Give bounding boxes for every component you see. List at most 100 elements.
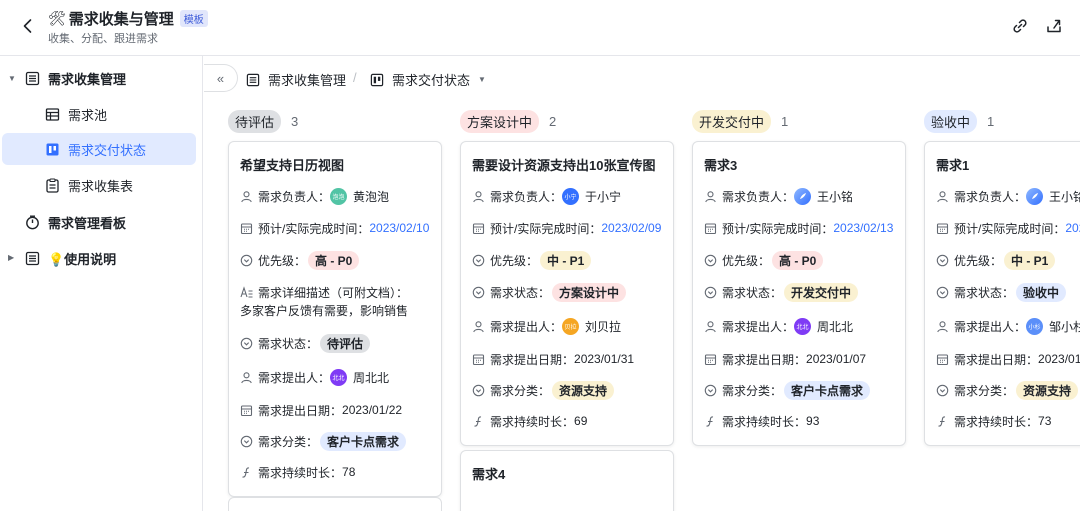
category-tag: 客户卡点需求	[784, 380, 871, 400]
sidebar-item-collection[interactable]: 需求收集管理	[24, 62, 196, 94]
card-field: 优先级：中 - P1	[472, 250, 592, 270]
calendar-icon	[936, 353, 949, 366]
person-name[interactable]: 邹小杉	[1049, 318, 1080, 335]
person-name[interactable]: 王小铭	[817, 188, 853, 205]
calendar-icon	[240, 222, 253, 235]
field-label: 需求分类：	[258, 434, 319, 449]
card-field: 需求提出人： 北北 周北北	[704, 317, 853, 335]
record-card[interactable]: 需求1 需求负责人： 王小铭预计/实际完成时间：2023/优先级：中 - P1 需求状…	[924, 141, 1080, 446]
single-select-icon	[472, 384, 485, 397]
dashboard-icon	[24, 214, 40, 230]
column-header[interactable]: 开发交付中 1	[692, 108, 908, 134]
collapse-sidebar-button[interactable]: «	[204, 64, 238, 92]
single-select-icon	[472, 254, 485, 267]
avatar: 小杉	[1026, 317, 1044, 335]
card-field: 优先级：高 - P0	[240, 250, 360, 270]
sidebar-item-guide[interactable]: 💡使用说明	[24, 242, 196, 274]
field-label: 需求分类：	[954, 383, 1015, 398]
avatar: 贝拉	[562, 317, 580, 335]
status-tag: 验收中	[1016, 282, 1067, 302]
field-label: 优先级：	[722, 253, 771, 268]
list-icon	[24, 70, 40, 86]
field-label: 需求提出日期：	[954, 352, 1039, 367]
record-card[interactable]: 需求3 需求负责人： 王小铭 预计/实际完成时间： 2023/02/13 优先级：高 - …	[692, 141, 906, 446]
board-column: 验收中 1 需求1 需求负责人： 王小铭预计/实际完成时间：2023/优先级：中 - P…	[924, 108, 1080, 446]
card-field: 优先级：高 - P0	[704, 250, 824, 270]
priority-tag: 高 - P0	[772, 250, 824, 270]
single-select-icon	[472, 286, 485, 299]
column-header[interactable]: 方案设计中 2	[460, 108, 676, 134]
calendar-icon	[472, 222, 485, 235]
card-field: 预计/实际完成时间： 2023/02/09	[472, 219, 661, 237]
column-status-label: 开发交付中	[692, 109, 772, 133]
record-card[interactable]: 希望支持日历视图 需求负责人： 泡泡 黄泡泡 预计/实际完成时间： 2023/02/10 优…	[228, 141, 442, 497]
grid-icon	[44, 106, 60, 122]
breadcrumb-parent[interactable]: 需求收集管理	[246, 70, 346, 89]
card-field: 需求持续时长： 93	[704, 412, 819, 430]
person-name[interactable]: 周北北	[817, 318, 853, 335]
copy-link-button[interactable]	[1010, 16, 1030, 36]
sidebar-item-form[interactable]: 需求收集表	[44, 169, 196, 201]
card-field: 需求详细描述（可附文档）：	[240, 283, 408, 301]
column-status-label: 验收中	[924, 109, 978, 133]
column-header[interactable]: 待评估 3	[228, 108, 444, 134]
back-button[interactable]	[18, 16, 38, 36]
column-header[interactable]: 验收中 1	[924, 108, 1080, 134]
calendar-icon	[240, 404, 253, 417]
status-tag: 开发交付中	[784, 282, 859, 302]
list-icon	[246, 73, 260, 87]
board-column: 开发交付中 1 需求3 需求负责人： 王小铭 预计/实际完成时间： 2023/02/13 优先…	[692, 108, 908, 446]
card-field: 需求持续时长： 69	[472, 412, 587, 430]
field-label: 预计/实际完成时间：	[258, 221, 370, 236]
sidebar-item-dashboard[interactable]: 需求管理看板	[24, 206, 196, 238]
view-toolbar: « 需求收集管理 / 需求交付状态 ▼	[204, 56, 1080, 100]
card-field: 预计/实际完成时间：2023/	[936, 219, 1080, 237]
person-name[interactable]: 黄泡泡	[353, 188, 389, 205]
column-status-label: 待评估	[228, 109, 282, 133]
kanban-icon	[44, 141, 60, 157]
category-tag: 资源支持	[552, 380, 615, 400]
calendar-icon	[936, 222, 949, 235]
record-card[interactable]	[228, 497, 442, 511]
category-tag: 资源支持	[1016, 380, 1079, 400]
record-card[interactable]: 需求4	[460, 450, 674, 511]
field-label: 需求提出人：	[258, 370, 331, 385]
share-icon	[1047, 19, 1061, 33]
field-label: 需求持续时长：	[490, 414, 575, 429]
breadcrumb-parent-label: 需求收集管理	[268, 73, 347, 88]
record-card[interactable]: 需要设计资源支持出10张宣传图 需求负责人： 小宁 于小宁 预计/实际完成时间： 2023…	[460, 141, 674, 446]
caret-right-icon[interactable]: ▶	[8, 253, 14, 262]
field-label: 需求提出人：	[722, 319, 795, 334]
card-field: 需求提出日期： 2023/01/07	[704, 350, 866, 368]
chevron-left-icon	[23, 19, 32, 33]
single-select-icon	[936, 286, 949, 299]
person-name[interactable]: 周北北	[353, 369, 389, 386]
sidebar-item-delivery-status[interactable]: 需求交付状态	[2, 133, 196, 165]
field-label: 预计/实际完成时间：	[722, 221, 834, 236]
caret-down-icon[interactable]: ▼	[8, 74, 16, 83]
avatar	[1026, 187, 1044, 205]
user-icon	[472, 320, 485, 333]
sidebar-item-label: 需求收集表	[68, 178, 134, 194]
field-label: 优先级：	[258, 253, 307, 268]
calendar-icon	[472, 353, 485, 366]
sidebar-item-pool[interactable]: 需求池	[44, 98, 196, 130]
due-date: 2023/02/13	[833, 221, 894, 235]
person-name[interactable]: 刘贝拉	[585, 318, 621, 335]
field-label: 需求负责人：	[954, 189, 1027, 204]
field-label: 需求持续时长：	[258, 465, 343, 480]
field-label: 需求负责人：	[258, 189, 331, 204]
sidebar-item-label: 需求交付状态	[68, 142, 147, 158]
person-name[interactable]: 于小宁	[585, 188, 621, 205]
card-title: 需求4	[472, 467, 506, 482]
card-field: 需求负责人： 王小铭	[704, 187, 853, 205]
sidebar-item-label: 💡使用说明	[48, 251, 117, 267]
user-icon	[936, 190, 949, 203]
view-switcher[interactable]: 需求交付状态 ▼	[370, 70, 486, 89]
card-field: 需求状态： 验收中	[936, 282, 1067, 302]
share-button[interactable]	[1044, 16, 1064, 36]
formula-icon	[240, 466, 253, 479]
card-title: 需要设计资源支持出10张宣传图	[472, 158, 656, 173]
person-name[interactable]: 王小铭	[1049, 188, 1080, 205]
field-label: 需求详细描述（可附文档）：	[258, 285, 409, 300]
